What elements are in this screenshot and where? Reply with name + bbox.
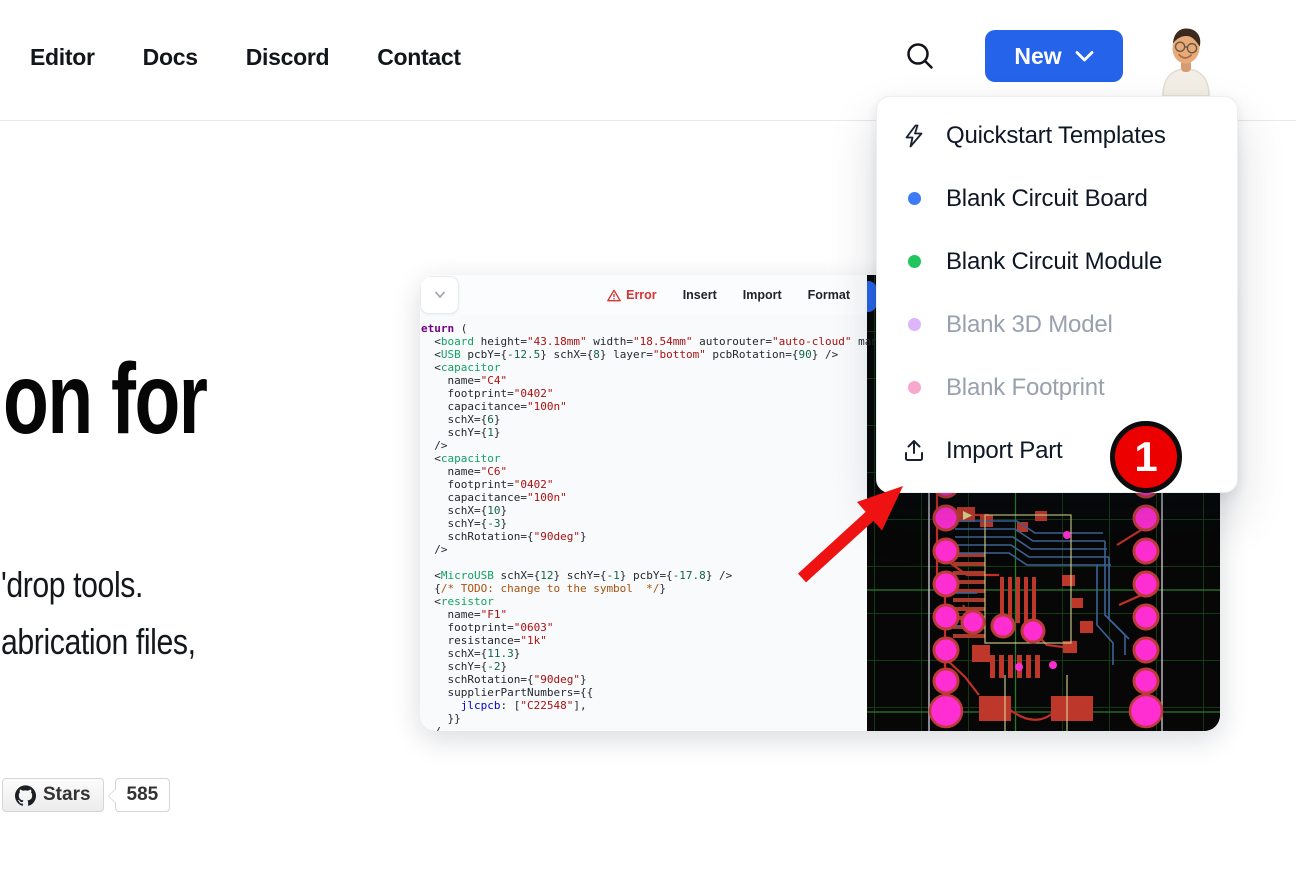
dropdown-item-quickstart-templates[interactable]: Quickstart Templates xyxy=(877,104,1237,167)
template-dot-icon xyxy=(901,375,927,401)
color-dot xyxy=(908,255,921,268)
dropdown-item-label: Blank Footprint xyxy=(946,374,1104,402)
github-stars-button[interactable]: Stars xyxy=(2,778,104,812)
dropdown-item-blank-circuit-module[interactable]: Blank Circuit Module xyxy=(877,230,1237,293)
hero-subtext-line2: abrication files, xyxy=(1,613,196,670)
nav-link-discord[interactable]: Discord xyxy=(246,44,330,71)
editor-toolbar: Error InsertImportFormat xyxy=(420,275,867,315)
dropdown-item-blank-circuit-board[interactable]: Blank Circuit Board xyxy=(877,167,1237,230)
warning-icon xyxy=(607,289,621,302)
dropdown-item-label: Blank 3D Model xyxy=(946,311,1113,339)
hero-headline-fragment: on for xyxy=(3,342,206,457)
dropdown-item-blank-3d-model[interactable]: Blank 3D Model xyxy=(877,293,1237,356)
template-dot-icon xyxy=(901,249,927,275)
template-dot-icon xyxy=(901,312,927,338)
chevron-down-icon xyxy=(1075,49,1094,63)
new-dropdown-menu: Quickstart Templates Blank Circuit Board B… xyxy=(876,96,1238,493)
user-avatar[interactable] xyxy=(1153,24,1219,96)
dropdown-item-import-part[interactable]: Import Part xyxy=(877,419,1237,482)
dropdown-item-label: Quickstart Templates xyxy=(946,122,1166,150)
upload-icon xyxy=(901,438,927,464)
github-stars-label: Stars xyxy=(43,784,91,806)
nav-link-editor[interactable]: Editor xyxy=(30,44,95,71)
step-badge: 1 xyxy=(1110,421,1182,493)
github-stars-widget: Stars 585 xyxy=(2,778,170,812)
color-dot xyxy=(908,192,921,205)
editor-menu-format[interactable]: Format xyxy=(795,288,863,302)
error-indicator[interactable]: Error xyxy=(594,288,670,302)
code-content: eturn ( <board height="43.18mm" width="1… xyxy=(420,315,867,731)
chevron-down-icon xyxy=(435,291,445,299)
template-dot-icon xyxy=(901,186,927,212)
dropdown-item-blank-footprint[interactable]: Blank Footprint xyxy=(877,356,1237,419)
dropdown-item-label: Blank Circuit Module xyxy=(946,248,1162,276)
color-dot xyxy=(908,318,921,331)
file-tab[interactable] xyxy=(420,276,459,314)
hero-subtext-line1: 'drop tools. xyxy=(1,556,196,613)
dropdown-item-label: Import Part xyxy=(946,437,1063,465)
search-button[interactable] xyxy=(901,38,939,76)
editor-menu-import[interactable]: Import xyxy=(730,288,795,302)
color-dot xyxy=(908,381,921,394)
code-editor-pane: Error InsertImportFormat eturn ( <board … xyxy=(420,275,867,731)
editor-menu-insert[interactable]: Insert xyxy=(670,288,730,302)
new-button[interactable]: New xyxy=(985,30,1123,82)
dropdown-item-label: Blank Circuit Board xyxy=(946,185,1148,213)
github-star-count[interactable]: 585 xyxy=(115,778,171,812)
dropdown-items: Quickstart Templates Blank Circuit Board B… xyxy=(877,104,1237,482)
nav-link-docs[interactable]: Docs xyxy=(143,44,198,71)
nav-link-contact[interactable]: Contact xyxy=(377,44,461,71)
lightning-icon xyxy=(901,123,927,149)
new-button-label: New xyxy=(1014,43,1061,70)
main-nav: Editor Docs Discord Contact xyxy=(30,0,461,114)
hero-subtext: 'drop tools. abrication files, xyxy=(1,556,196,670)
error-label: Error xyxy=(626,288,657,302)
github-icon xyxy=(15,785,36,806)
editor-menu-items: InsertImportFormat xyxy=(670,288,863,302)
search-icon xyxy=(903,39,937,76)
